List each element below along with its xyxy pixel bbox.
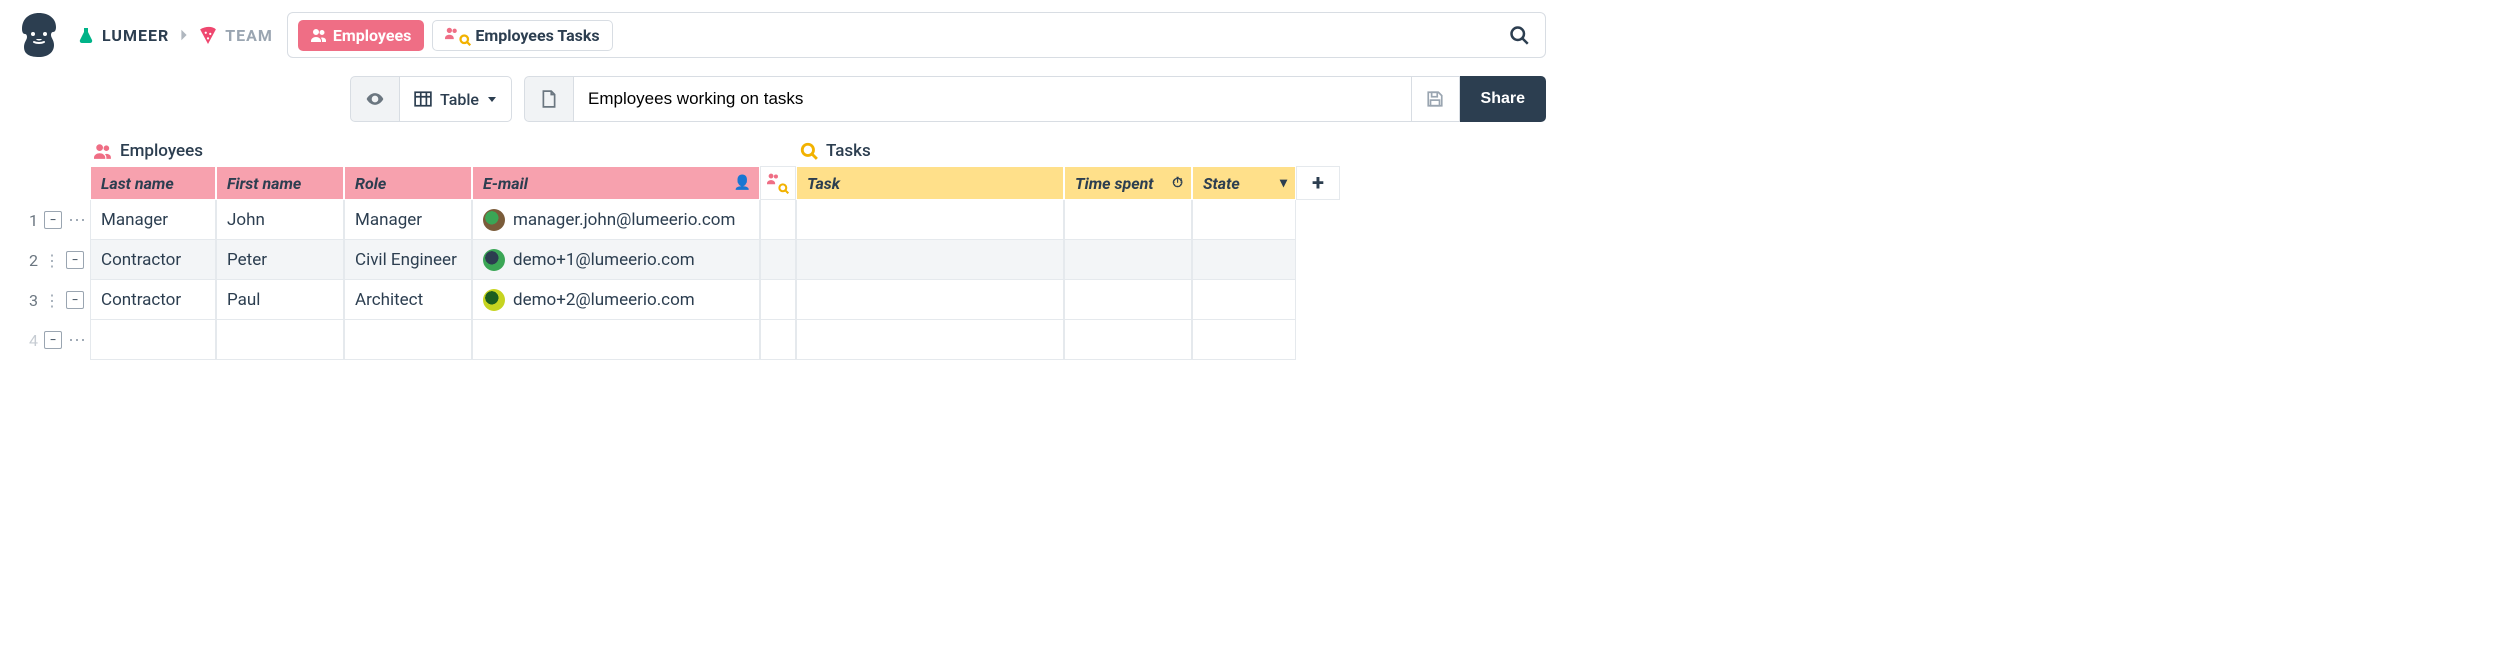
cell-first-name[interactable]: Paul bbox=[216, 280, 344, 320]
chevron-right-icon bbox=[177, 28, 191, 42]
flask-icon bbox=[78, 27, 94, 43]
drag-handle-icon[interactable]: ⋮ bbox=[44, 291, 60, 310]
cell-state[interactable] bbox=[1192, 280, 1296, 320]
cell-email[interactable]: manager.john@lumeerio.com bbox=[472, 200, 760, 240]
row-menu-icon[interactable]: ⋯ bbox=[68, 210, 84, 231]
cell-role[interactable]: Architect bbox=[344, 280, 472, 320]
chip-employees[interactable]: Employees bbox=[298, 20, 424, 51]
cell-state[interactable] bbox=[1192, 200, 1296, 240]
row-number: 1 bbox=[24, 211, 38, 230]
drag-handle-icon[interactable]: ⋮ bbox=[44, 251, 60, 270]
pizza-icon bbox=[199, 26, 217, 44]
chip-employees-tasks[interactable]: Employees Tasks bbox=[432, 20, 612, 51]
cell-task[interactable] bbox=[796, 320, 1064, 360]
chip-label: Employees Tasks bbox=[475, 26, 599, 45]
row-number: 4 bbox=[24, 331, 38, 350]
search-button[interactable] bbox=[1503, 21, 1535, 49]
caret-down-icon bbox=[487, 94, 497, 104]
breadcrumb: LUMEER TEAM bbox=[78, 26, 273, 45]
col-header-state[interactable]: State▾ bbox=[1192, 166, 1296, 200]
link-cell[interactable] bbox=[760, 280, 796, 320]
chip-label: Employees bbox=[333, 26, 411, 45]
cell-last-name[interactable]: Manager bbox=[90, 200, 216, 240]
cell-time[interactable] bbox=[1064, 200, 1192, 240]
visibility-button[interactable] bbox=[350, 76, 400, 122]
link-column-header[interactable] bbox=[760, 166, 796, 200]
user-icon: 👤 bbox=[734, 175, 751, 191]
search-bar[interactable]: Employees Employees Tasks bbox=[287, 12, 1546, 58]
table-row-empty[interactable] bbox=[90, 320, 760, 360]
document-icon-button[interactable] bbox=[524, 76, 574, 122]
col-header-email[interactable]: E-mail👤 bbox=[472, 166, 760, 200]
stopwatch-icon: ⏱ bbox=[1172, 175, 1183, 191]
cell-role[interactable]: Civil Engineer bbox=[344, 240, 472, 280]
table-title-tasks: Tasks bbox=[796, 136, 1296, 166]
cell-email[interactable]: demo+2@lumeerio.com bbox=[472, 280, 760, 320]
col-header-last-name[interactable]: Last name bbox=[90, 166, 216, 200]
link-icon bbox=[445, 26, 469, 44]
save-button[interactable] bbox=[1412, 76, 1460, 122]
row-menu-icon[interactable]: ⋯ bbox=[68, 330, 84, 351]
row-number: 2 bbox=[24, 251, 38, 270]
cell-state[interactable] bbox=[1192, 320, 1296, 360]
view-type-select[interactable]: Table bbox=[400, 76, 512, 122]
cell-time[interactable] bbox=[1064, 280, 1192, 320]
cell-task[interactable] bbox=[796, 240, 1064, 280]
col-header-role[interactable]: Role bbox=[344, 166, 472, 200]
table-row[interactable]: Manager John Manager manager.john@lumeer… bbox=[90, 200, 760, 240]
collapse-toggle[interactable]: − bbox=[66, 251, 84, 269]
avatar bbox=[483, 289, 505, 311]
cell-time[interactable] bbox=[1064, 320, 1192, 360]
cell-state[interactable] bbox=[1192, 240, 1296, 280]
row-gutter: 1−⋯ 2⋮− 3⋮− 4−⋯ bbox=[14, 136, 90, 360]
view-type-label: Table bbox=[440, 90, 479, 109]
table-row[interactable]: Contractor Paul Architect demo+2@lumeeri… bbox=[90, 280, 760, 320]
table-row[interactable]: Contractor Peter Civil Engineer demo+1@l… bbox=[90, 240, 760, 280]
collapse-toggle[interactable]: − bbox=[66, 291, 84, 309]
cell-first-name[interactable]: John bbox=[216, 200, 344, 240]
link-cell[interactable] bbox=[760, 240, 796, 280]
cell-first-name[interactable]: Peter bbox=[216, 240, 344, 280]
users-icon bbox=[311, 27, 327, 43]
cell-time[interactable] bbox=[1064, 240, 1192, 280]
avatar bbox=[483, 249, 505, 271]
view-name-input[interactable] bbox=[574, 76, 1412, 122]
col-header-first-name[interactable]: First name bbox=[216, 166, 344, 200]
link-cell[interactable] bbox=[760, 200, 796, 240]
cell-last-name[interactable]: Contractor bbox=[90, 240, 216, 280]
app-logo[interactable] bbox=[14, 10, 64, 60]
cell-task[interactable] bbox=[796, 280, 1064, 320]
share-button[interactable]: Share bbox=[1460, 76, 1546, 122]
col-header-time-spent[interactable]: Time spent⏱ bbox=[1064, 166, 1192, 200]
link-cell[interactable] bbox=[760, 320, 796, 360]
breadcrumb-team[interactable]: TEAM bbox=[225, 26, 273, 45]
dropdown-icon: ▾ bbox=[1280, 175, 1287, 191]
cell-task[interactable] bbox=[796, 200, 1064, 240]
link-icon bbox=[767, 172, 789, 194]
breadcrumb-org[interactable]: LUMEER bbox=[102, 26, 169, 45]
collapse-toggle[interactable]: − bbox=[44, 211, 62, 229]
add-column-button[interactable]: + bbox=[1296, 166, 1340, 200]
table-title-employees: Employees bbox=[90, 136, 760, 166]
col-header-task[interactable]: Task bbox=[796, 166, 1064, 200]
cell-role[interactable]: Manager bbox=[344, 200, 472, 240]
avatar bbox=[483, 209, 505, 231]
collapse-toggle[interactable]: − bbox=[44, 331, 62, 349]
cell-email[interactable]: demo+1@lumeerio.com bbox=[472, 240, 760, 280]
row-number: 3 bbox=[24, 291, 38, 310]
cell-last-name[interactable]: Contractor bbox=[90, 280, 216, 320]
